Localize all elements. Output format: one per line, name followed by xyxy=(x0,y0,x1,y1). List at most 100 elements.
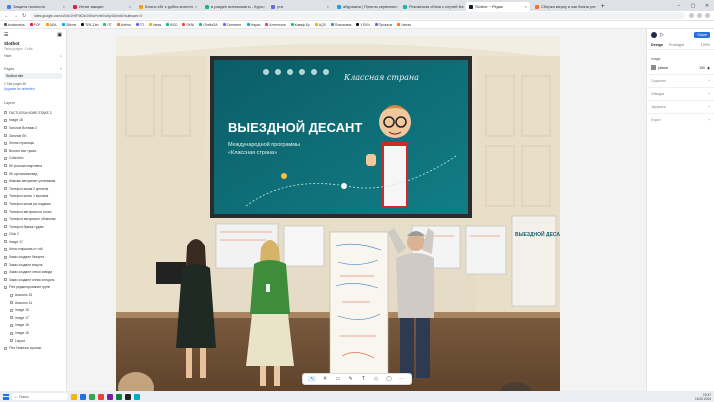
property-row[interactable]: Export + xyxy=(647,113,714,126)
bookmark-item[interactable]: Ченал xyxy=(397,23,411,27)
taskbar-app-icon[interactable] xyxy=(125,393,131,400)
layer-item[interactable]: Collection xyxy=(0,155,66,163)
bookmark-item[interactable]: ADA xyxy=(45,23,57,27)
bookmark-item[interactable]: Сентиент xyxy=(222,23,242,27)
property-row[interactable]: Обводка + xyxy=(647,87,714,100)
reload-icon[interactable]: ↻ xyxy=(22,13,26,19)
layer-item[interactable]: Киможе автормоет уновлимая xyxy=(0,177,66,185)
layer-item[interactable]: Телефон кинов 2 крепеля xyxy=(0,185,66,193)
taskbar-app-icon[interactable] xyxy=(71,393,77,400)
layer-item[interactable]: Image 16 xyxy=(0,322,66,330)
bookmark-item[interactable]: Ideas xyxy=(148,23,161,27)
more-tools-icon[interactable]: ⋯ xyxy=(398,376,406,382)
layer-item[interactable]: Телефон автормолл облачная xyxy=(0,215,66,223)
layer-item[interactable]: Заказ создают отвоя заводи xyxy=(0,268,66,276)
url-input[interactable]: sites.google.com/u/0/d/1HIFXtDzO0ihaYmtb… xyxy=(30,12,685,19)
image-fill-pct[interactable]: 100 xyxy=(699,66,705,70)
bookmark-item[interactable]: POF xyxy=(29,23,41,27)
layer-item[interactable]: Анна старшина от гой xyxy=(0,246,66,254)
site-name[interactable]: Slotbot xyxy=(0,41,66,46)
bookmark-item[interactable]: OBrms xyxy=(61,23,76,27)
bookmark-item[interactable]: SKNI xyxy=(182,23,194,27)
layer-item[interactable]: Image 17 xyxy=(0,314,66,322)
property-row[interactable]: Сокрытие + xyxy=(647,74,714,87)
browser-tab[interactable]: Игнат вакцин × xyxy=(70,2,134,11)
layer-item[interactable]: Flex Новичок кусочки xyxy=(0,344,66,352)
taskbar-app-icon[interactable] xyxy=(116,393,122,400)
back-icon[interactable]: ← xyxy=(4,13,9,19)
bookmark-item[interactable]: GhelloSA xyxy=(199,23,218,27)
image-fill-row[interactable]: picture 100 ◉ xyxy=(651,65,710,70)
add-property-icon[interactable]: + xyxy=(708,92,710,96)
layer-item[interactable]: Assoons 14 xyxy=(0,299,66,307)
browser-tab[interactable]: Сборка мерку и как бизни рег× xyxy=(532,2,596,11)
layer-item[interactable]: Flex редактирование групп xyxy=(0,284,66,292)
taskbar-app-icon[interactable] xyxy=(107,393,113,400)
page-item-current[interactable]: Slotbot site xyxy=(4,73,62,79)
share-button[interactable]: Share xyxy=(694,32,710,38)
upgrade-link[interactable]: Upgrade for unlimited xyxy=(4,87,62,92)
layer-item[interactable]: Лепня страницы xyxy=(0,139,66,147)
layer-item[interactable]: Click 2 xyxy=(0,231,66,239)
select-tool-icon[interactable]: ↖ xyxy=(308,376,317,382)
add-page-icon[interactable]: + xyxy=(60,67,62,71)
tab-design[interactable]: Design xyxy=(651,43,663,47)
image-thumbnail[interactable] xyxy=(651,65,656,70)
bookmark-item[interactable]: Поисковик xyxy=(330,23,351,27)
tab-close-icon[interactable]: × xyxy=(63,4,65,9)
search-icon[interactable]: ⌕ xyxy=(60,54,62,58)
layer-item[interactable]: Лё усихожи мартовна xyxy=(0,162,66,170)
browser-tab[interactable]: ути × xyxy=(268,2,332,11)
tab-close-icon[interactable]: × xyxy=(195,4,197,9)
bookmark-item[interactable]: Алтпотоки xyxy=(265,23,286,27)
home-row[interactable]: Hide ⌕ xyxy=(0,51,66,58)
bookmark-item[interactable]: Нарис xyxy=(246,23,260,27)
minimize-icon[interactable]: – xyxy=(672,3,686,9)
tab-close-icon[interactable]: × xyxy=(263,4,265,9)
bookmark-item[interactable]: ПГ xyxy=(103,23,112,27)
layer-item[interactable]: Image 18 xyxy=(0,306,66,314)
windows-start-icon[interactable] xyxy=(3,393,9,400)
pen-tool-icon[interactable]: ✎ xyxy=(347,376,355,382)
add-property-icon[interactable]: + xyxy=(708,105,710,109)
play-icon[interactable]: ▷ xyxy=(660,32,664,38)
component-tool-icon[interactable]: ◇ xyxy=(372,376,380,382)
layer-item[interactable]: Телефон кинов ры надмать xyxy=(0,200,66,208)
add-property-icon[interactable]: + xyxy=(708,118,710,122)
layer-item[interactable]: Layout xyxy=(0,337,66,345)
taskbar-app-icon[interactable] xyxy=(98,393,104,400)
layer-item[interactable]: Телефон бумаж тудам xyxy=(0,223,66,231)
rectangle-tool-icon[interactable]: ▭ xyxy=(334,376,342,382)
canvas-area[interactable]: Классная страна ВЫЕЗДНОЙ ДЕСАНТ Междунар… xyxy=(67,29,646,400)
browser-tab[interactable]: абуражни | Пункты сервигов × xyxy=(334,2,398,11)
layer-item[interactable]: Image 15 xyxy=(0,329,66,337)
extension-icon[interactable] xyxy=(689,13,694,18)
tab-close-icon[interactable]: × xyxy=(395,4,397,9)
bookmark-item[interactable]: ТРА-Zan xyxy=(81,23,98,27)
layer-item[interactable]: Лё ори вишньевед xyxy=(0,170,66,178)
taskbar-app-icon[interactable] xyxy=(134,393,140,400)
layer-item[interactable]: Image 18 xyxy=(0,117,66,125)
profile-icon[interactable] xyxy=(705,13,710,18)
comment-tool-icon[interactable]: ◯ xyxy=(385,376,393,382)
tab-close-icon[interactable]: × xyxy=(525,4,527,9)
maximize-icon[interactable]: ▢ xyxy=(686,3,700,9)
close-window-icon[interactable]: ✕ xyxy=(700,3,714,9)
layer-item[interactable]: Телефон кинос 1 вуловов xyxy=(0,193,66,201)
taskbar-app-icon[interactable] xyxy=(80,393,86,400)
bookmark-item[interactable]: Проекты xyxy=(374,23,392,27)
taskbar-app-icon[interactable] xyxy=(89,393,95,400)
browser-tab[interactable]: Рекомполя сбнсв с сергей Бег× xyxy=(400,2,464,11)
forward-icon[interactable]: → xyxy=(13,13,18,19)
tab-close-icon[interactable]: × xyxy=(327,4,329,9)
menu-icon[interactable]: ☰ xyxy=(4,32,8,38)
bookmark-item[interactable]: ГП xyxy=(135,23,144,27)
layer-item[interactable]: Заказ создают вокуля xyxy=(0,261,66,269)
layer-item[interactable]: Заголов SK xyxy=(0,132,66,140)
property-row[interactable]: Эффекты + xyxy=(647,100,714,113)
layer-item[interactable]: Вклоно вис тушке xyxy=(0,147,66,155)
layer-item[interactable]: Заголов Вставки 2 xyxy=(0,124,66,132)
panel-toggle-icon[interactable]: ▣ xyxy=(57,32,62,38)
bookmark-item[interactable]: AQS xyxy=(314,23,326,27)
frame-tool-icon[interactable]: # xyxy=(321,376,329,382)
